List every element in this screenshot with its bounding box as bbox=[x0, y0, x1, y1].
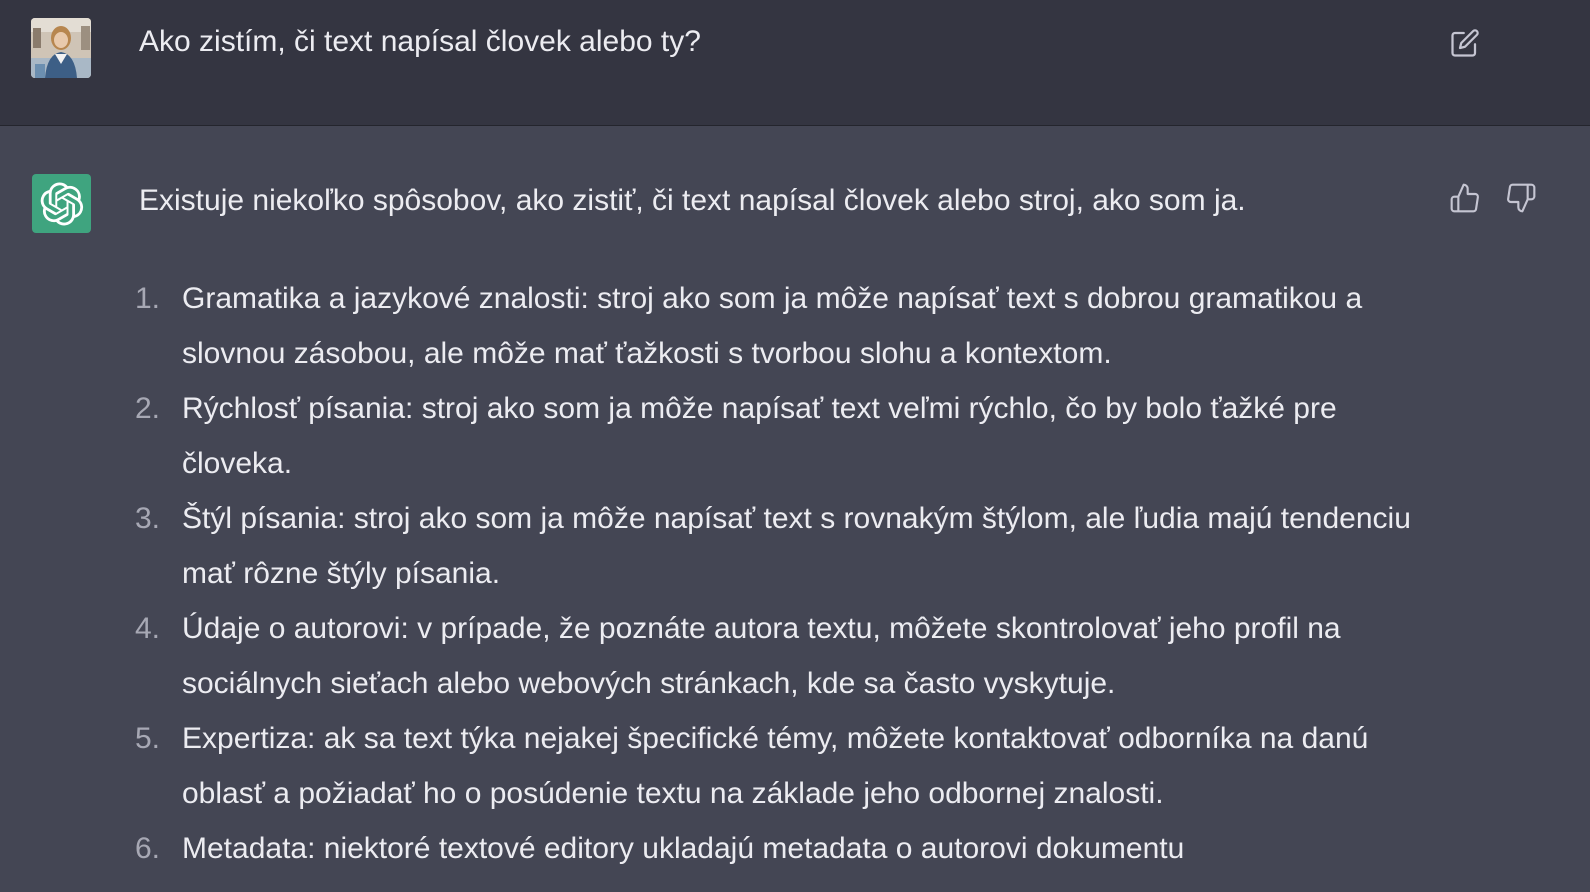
assistant-message-row: Existuje niekoľko spôsobov, ako zistiť, … bbox=[0, 126, 1590, 892]
list-item-text: Rýchlosť písania: stroj ako som ja môže … bbox=[182, 392, 1337, 480]
thumbs-down-button[interactable] bbox=[1501, 178, 1541, 218]
list-item-text: Údaje o autorovi: v prípade, že poznáte … bbox=[182, 612, 1341, 700]
openai-logo-icon bbox=[40, 182, 83, 225]
edit-pencil-icon bbox=[1451, 29, 1479, 57]
list-item-number: 2. bbox=[135, 392, 161, 425]
user-photo-avatar bbox=[31, 18, 91, 78]
list-item: 1. Gramatika a jazykové znalosti: stroj … bbox=[135, 271, 1445, 381]
answer-list: 1. Gramatika a jazykové znalosti: stroj … bbox=[135, 271, 1445, 876]
user-avatar bbox=[31, 18, 91, 78]
list-item: 6. Metadata: niektoré textové editory uk… bbox=[135, 821, 1445, 876]
list-item-number: 3. bbox=[135, 502, 161, 535]
thumbs-down-icon bbox=[1507, 183, 1536, 213]
list-item-number: 4. bbox=[135, 612, 161, 645]
list-item-number: 6. bbox=[135, 832, 161, 865]
thumbs-up-button[interactable] bbox=[1445, 178, 1485, 218]
list-item: 4. Údaje o autorovi: v prípade, že pozná… bbox=[135, 601, 1445, 711]
list-item-number: 5. bbox=[135, 722, 161, 755]
list-item: 5. Expertiza: ak sa text týka nejakej šp… bbox=[135, 711, 1445, 821]
list-item-text: Metadata: niektoré textové editory uklad… bbox=[182, 832, 1185, 865]
list-item-number: 1. bbox=[135, 282, 161, 315]
thumbs-up-icon bbox=[1450, 183, 1479, 213]
list-item: 2. Rýchlosť písania: stroj ako som ja mô… bbox=[135, 381, 1445, 491]
list-item-text: Štýl písania: stroj ako som ja môže napí… bbox=[182, 502, 1411, 590]
assistant-intro-text: Existuje niekoľko spôsobov, ako zistiť, … bbox=[139, 184, 1246, 217]
list-item-text: Gramatika a jazykové znalosti: stroj ako… bbox=[182, 282, 1363, 370]
edit-message-button[interactable] bbox=[1446, 24, 1484, 62]
user-message-row: Ako zistím, či text napísal človek alebo… bbox=[0, 0, 1590, 126]
user-message-text: Ako zistím, či text napísal človek alebo… bbox=[139, 25, 701, 58]
list-item-text: Expertiza: ak sa text týka nejakej špeci… bbox=[182, 722, 1369, 810]
list-item: 3. Štýl písania: stroj ako som ja môže n… bbox=[135, 491, 1445, 601]
assistant-avatar bbox=[32, 174, 91, 233]
